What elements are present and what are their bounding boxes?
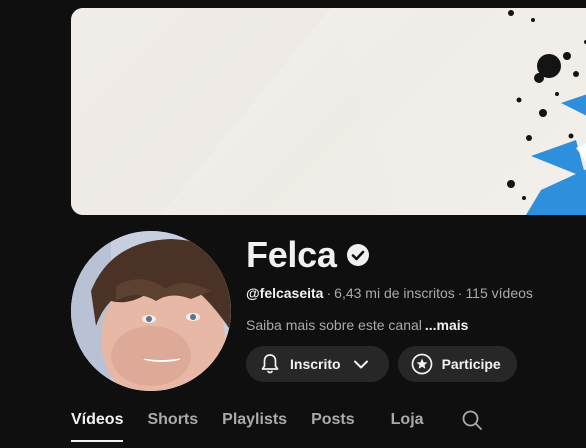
more-link[interactable]: ...mais: [425, 317, 469, 333]
tab-videos[interactable]: Vídeos: [71, 398, 124, 442]
tab-posts[interactable]: Posts: [311, 398, 355, 442]
channel-meta: @felcaseita · 6,43 mi de inscritos · 115 víd…: [246, 285, 533, 301]
channel-avatar[interactable]: [71, 231, 231, 391]
tab-store[interactable]: Loja: [391, 398, 424, 442]
video-count: 115 vídeos: [465, 285, 533, 301]
meta-separator: ·: [326, 285, 332, 301]
join-label: Participe: [441, 356, 501, 372]
verified-check-icon: [346, 244, 369, 266]
chevron-down-icon: [349, 352, 373, 376]
search-icon[interactable]: [460, 408, 484, 432]
channel-handle: @felcaseita: [246, 285, 324, 301]
tab-shorts[interactable]: Shorts: [147, 398, 198, 442]
bell-icon: [258, 352, 282, 376]
join-button[interactable]: Participe: [397, 346, 517, 382]
subscribed-button[interactable]: Inscrito: [246, 346, 389, 382]
subscriber-count: 6,43 mi de inscritos: [334, 285, 455, 301]
channel-banner: [71, 8, 586, 215]
tab-playlists[interactable]: Playlists: [222, 398, 287, 442]
channel-tabs: Vídeos Shorts Playlists Posts Loja: [71, 398, 484, 442]
about-text: Saiba mais sobre este canal: [246, 317, 422, 333]
channel-actions: Inscrito Participe: [246, 346, 517, 382]
avatar-image: [71, 231, 231, 391]
subscribed-label: Inscrito: [290, 356, 341, 372]
channel-title: Felca: [246, 234, 337, 275]
channel-header: Felca: [246, 234, 369, 276]
meta-separator: ·: [457, 285, 463, 301]
channel-about[interactable]: Saiba mais sobre este canal ...mais: [246, 317, 468, 333]
banner-art: [71, 8, 586, 215]
channel-page: Felca @felcaseita · 6,43 mi de inscritos · 1…: [0, 0, 586, 448]
star-badge-icon: [410, 352, 434, 376]
